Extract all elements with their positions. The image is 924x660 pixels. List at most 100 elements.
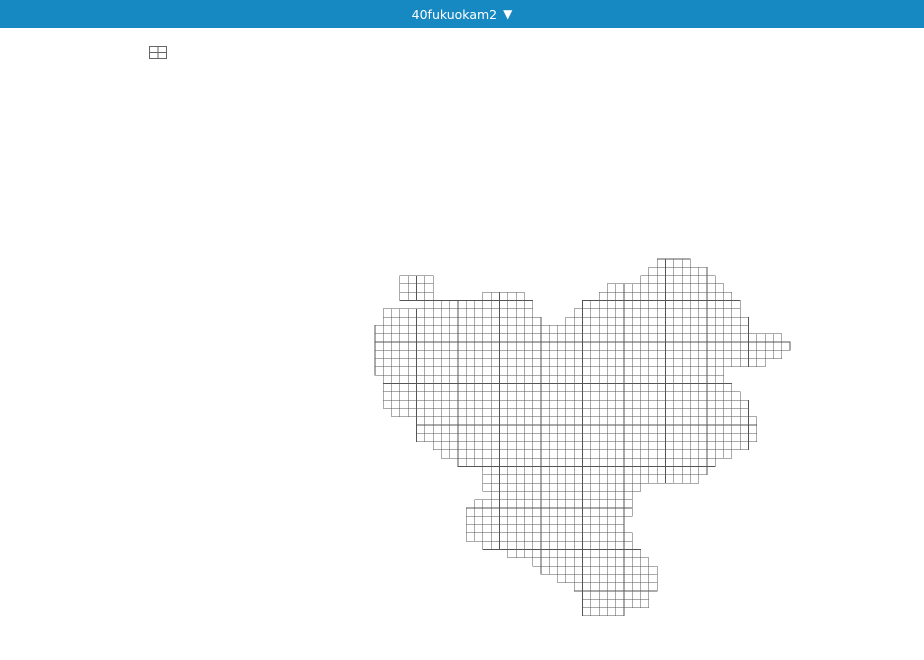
grid-table-icon[interactable] [149,46,167,59]
mesh-cell [590,607,600,617]
mesh-cell [573,366,583,376]
mesh-cell [665,474,675,484]
mesh-cell [573,466,583,476]
mesh-cell [515,358,525,368]
mesh-cell [590,482,600,492]
mesh-cell [714,383,724,393]
mesh-cell [515,532,525,542]
mesh-cell [382,333,392,343]
mesh-cell [690,457,700,467]
mesh-cell [598,308,608,318]
mesh-cell [706,283,716,293]
mesh-cell [607,374,617,384]
mesh-cell [515,399,525,409]
mesh-cell [648,424,658,434]
mesh-cell [548,565,558,575]
mesh-cell [615,507,625,517]
mesh-cell [524,408,534,417]
mesh-cell [557,466,567,476]
mesh-cell [598,291,608,301]
mesh-cell [673,341,683,351]
mesh-cell [656,291,666,301]
mesh-cell [573,474,583,484]
mesh-cell [407,316,417,326]
mesh-cell [598,540,608,550]
mesh-cell [548,432,558,442]
mesh-cell [490,383,500,393]
mesh-cell [499,333,509,343]
mesh-cell [557,408,567,417]
mesh-cell [656,266,666,276]
mesh-cell [607,449,617,459]
mesh-cell [465,441,475,451]
mesh-cell [681,258,691,268]
mesh-cell [490,308,500,318]
mesh-cell [615,549,625,559]
region-selector[interactable]: 40fukuokam2 ▼ [0,0,924,28]
mesh-cell [698,308,708,318]
mesh-cell [656,325,666,334]
mesh-cell [490,441,500,451]
mesh-cell [432,391,442,401]
mesh-cell [656,449,666,459]
mesh-cell [665,316,675,326]
mesh-cell [515,391,525,401]
mesh-cell [441,366,450,376]
mesh-cell [432,408,442,417]
mesh-cell [391,325,401,334]
mesh-cell [590,565,600,575]
mesh-cell [449,308,459,318]
mesh-cell [424,308,434,318]
mesh-cell [465,524,475,534]
mesh-cell [582,349,592,359]
mesh-cell [623,499,633,509]
mesh-cell [673,408,683,417]
mesh-cell [474,391,484,401]
mesh-cell [590,466,600,476]
mesh-cell [490,491,500,500]
mesh-cell [615,574,625,584]
mesh-cell [623,474,633,484]
mesh-cell [482,408,492,417]
mesh-cell [598,598,608,608]
mesh-cell [548,457,558,467]
mesh-cell [590,557,600,567]
mesh-cell [623,449,633,459]
mesh-cell [457,408,467,417]
mesh-cell [524,366,534,376]
mesh-cell [640,449,650,459]
mesh-cell [648,474,658,484]
mesh-cell [374,325,384,334]
mesh-cell [706,449,716,459]
mesh-cell [623,325,633,334]
mesh-cell [565,457,575,467]
mesh-cell [540,449,550,459]
mesh-cell [524,449,534,459]
mesh-cell [532,532,542,542]
mesh-cell [532,499,542,509]
mesh-cell [573,441,583,451]
mesh-cell [648,582,658,592]
mesh-cell [449,449,459,459]
mesh-cell [499,441,509,451]
mesh-cell [640,432,650,442]
mesh-cell [665,424,675,434]
mesh-cell [573,557,583,567]
mesh-cell [565,557,575,567]
mesh-cell [540,325,550,334]
mesh-cell [615,607,625,617]
mesh-cell [507,491,517,500]
mesh-cell [465,408,475,417]
mesh-cell [524,308,534,318]
mesh-cell [607,457,617,467]
mesh-cell [449,316,459,326]
mesh-cell [640,358,650,368]
mesh-cell [582,316,592,326]
mesh-cell [706,300,716,310]
mesh-cell [399,316,409,326]
mesh-cell [532,482,542,492]
mesh-cell [731,358,741,368]
mesh-cell [607,540,617,550]
mesh-cell [399,408,409,417]
mesh-cell [723,441,733,451]
